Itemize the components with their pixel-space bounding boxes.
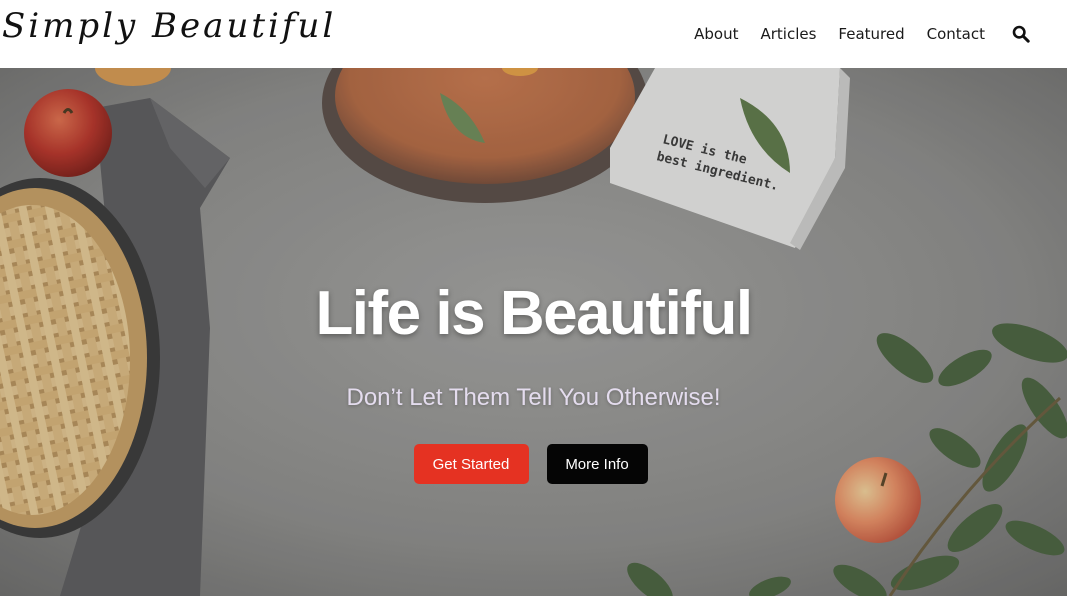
hero-buttons: Get Started More Info [0, 444, 1067, 484]
get-started-button[interactable]: Get Started [413, 444, 529, 484]
page: Simply Beautiful About Articles Featured… [0, 0, 1067, 596]
search-icon[interactable] [1011, 24, 1031, 44]
nav-item-about[interactable]: About [694, 25, 738, 43]
nav-item-featured[interactable]: Featured [838, 25, 904, 43]
main-nav: About Articles Featured Contact [672, 0, 1031, 68]
hero-title: Life is Beautiful [315, 279, 753, 348]
more-info-button[interactable]: More Info [546, 444, 648, 484]
site-header: Simply Beautiful About Articles Featured… [0, 0, 1067, 68]
hero-section: LOVE is the best ingredient. Life is Bea… [0, 68, 1067, 596]
nav-item-contact[interactable]: Contact [927, 25, 985, 43]
hero-subtitle: Don’t Let Them Tell You Otherwise! [346, 384, 721, 411]
site-logo[interactable]: Simply Beautiful [2, 6, 336, 46]
nav-item-articles[interactable]: Articles [760, 25, 816, 43]
